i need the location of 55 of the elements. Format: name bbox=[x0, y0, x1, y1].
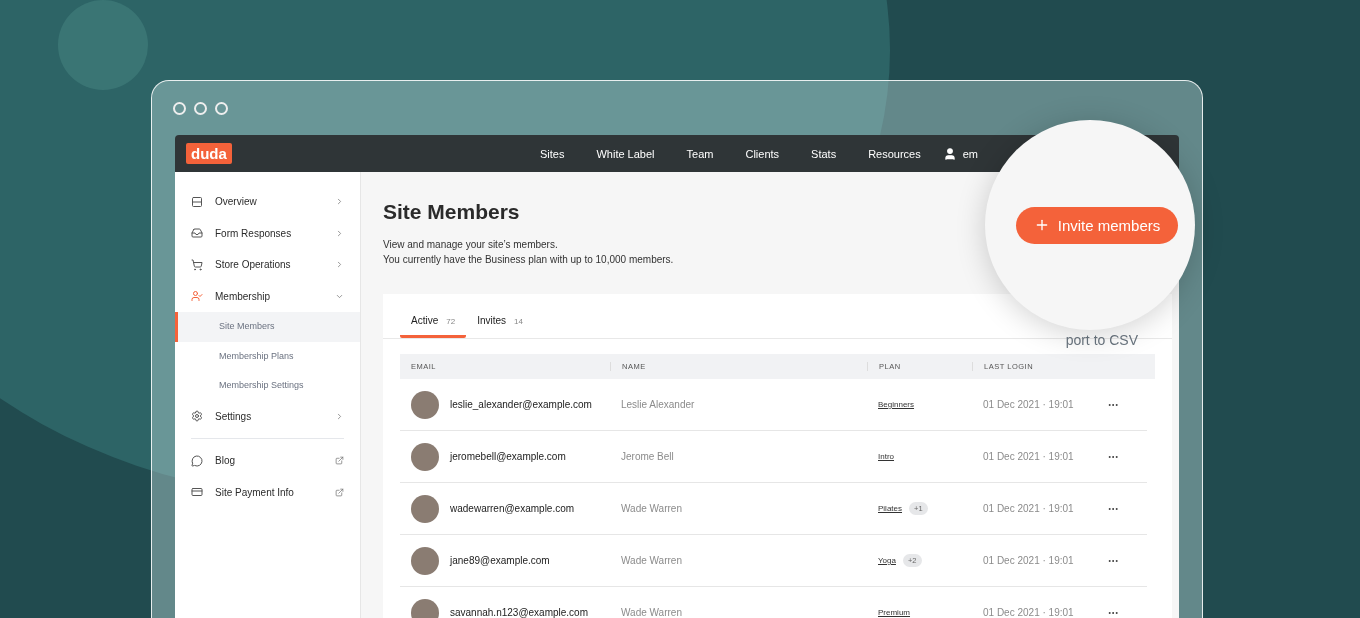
table-cell-text: Leslie Alexander bbox=[620, 399, 696, 410]
nav-link[interactable]: Clients bbox=[729, 147, 796, 160]
table-cell-text: Wade Warren bbox=[620, 555, 683, 566]
plan-link[interactable]: Beginners bbox=[878, 400, 915, 409]
tab[interactable]: Active 72 bbox=[400, 315, 467, 338]
user-icon[interactable] bbox=[942, 146, 957, 161]
window-dot bbox=[194, 101, 207, 115]
table-cell: wadewarren@example.com bbox=[450, 503, 575, 514]
nav-link[interactable]: Team bbox=[670, 147, 730, 160]
table-cell-text: Wade Warren bbox=[620, 503, 683, 514]
avatar bbox=[411, 390, 439, 419]
table-cell: leslie_alexander@example.com bbox=[450, 399, 592, 410]
sidebar-item[interactable]: Store Operations bbox=[175, 249, 360, 281]
sidebar-item[interactable]: Settings bbox=[175, 400, 360, 432]
nav-link[interactable]: Sites bbox=[523, 147, 581, 160]
table-cell-text: Wade Warren bbox=[620, 607, 683, 618]
table-cell: jeromebell@example.com bbox=[450, 451, 566, 462]
plan-link[interactable]: Intro bbox=[878, 452, 894, 461]
window-dot bbox=[215, 101, 228, 115]
window-dot bbox=[173, 101, 186, 115]
avatar bbox=[411, 546, 439, 575]
sidebar-item[interactable]: Overview bbox=[175, 186, 360, 218]
nav-link[interactable]: Stats bbox=[795, 147, 853, 160]
nav-link[interactable]: White Label bbox=[580, 147, 671, 160]
plan-link[interactable]: Pilates bbox=[878, 504, 902, 513]
table-cell-text: 01 Dec 2021 · 19:01 bbox=[982, 555, 1075, 566]
sidebar-subitem[interactable]: Site Members bbox=[175, 312, 360, 342]
sidebar-item[interactable]: Form Responses bbox=[175, 217, 360, 249]
sidebar-item[interactable]: Site Payment Info bbox=[175, 476, 360, 508]
table-cell-text: 01 Dec 2021 · 19:01 bbox=[982, 503, 1075, 514]
external-link-icon bbox=[335, 487, 344, 497]
export-link[interactable]: port to CSV bbox=[1065, 332, 1138, 348]
table-cell-text: 01 Dec 2021 · 19:01 bbox=[982, 399, 1075, 410]
nav-link[interactable]: Resources bbox=[852, 147, 937, 160]
sidebar-subitem[interactable]: Membership Settings bbox=[175, 371, 360, 401]
table-cell-text: 01 Dec 2021 · 19:01 bbox=[982, 451, 1075, 462]
logo: duda bbox=[186, 143, 232, 164]
avatar bbox=[411, 494, 439, 523]
avatar bbox=[411, 598, 439, 618]
table-cell: jane89@example.com bbox=[450, 555, 550, 566]
table-cell-text: Jerome Bell bbox=[620, 451, 675, 462]
table-cell: savannah.n123@example.com bbox=[450, 607, 588, 618]
page-description: You currently have the Business plan with up to 10,000 members. bbox=[383, 253, 674, 267]
sidebar-subitem[interactable]: Membership Plans bbox=[175, 341, 360, 371]
avatar bbox=[411, 442, 439, 471]
page-title: Site Members bbox=[383, 200, 521, 224]
plan-link[interactable]: Yoga bbox=[878, 556, 896, 565]
sidebar-item[interactable]: Blog bbox=[175, 445, 360, 477]
tab[interactable]: Invites 14 bbox=[466, 315, 534, 338]
table-cell-text: 01 Dec 2021 · 19:01 bbox=[982, 607, 1075, 618]
page-description: View and manage your site’s members. bbox=[383, 238, 559, 252]
sidebar-item[interactable]: Membership bbox=[175, 280, 360, 312]
external-link-icon bbox=[335, 456, 344, 466]
plan-link[interactable]: Premium bbox=[878, 608, 910, 617]
user-name[interactable]: em bbox=[956, 147, 978, 160]
